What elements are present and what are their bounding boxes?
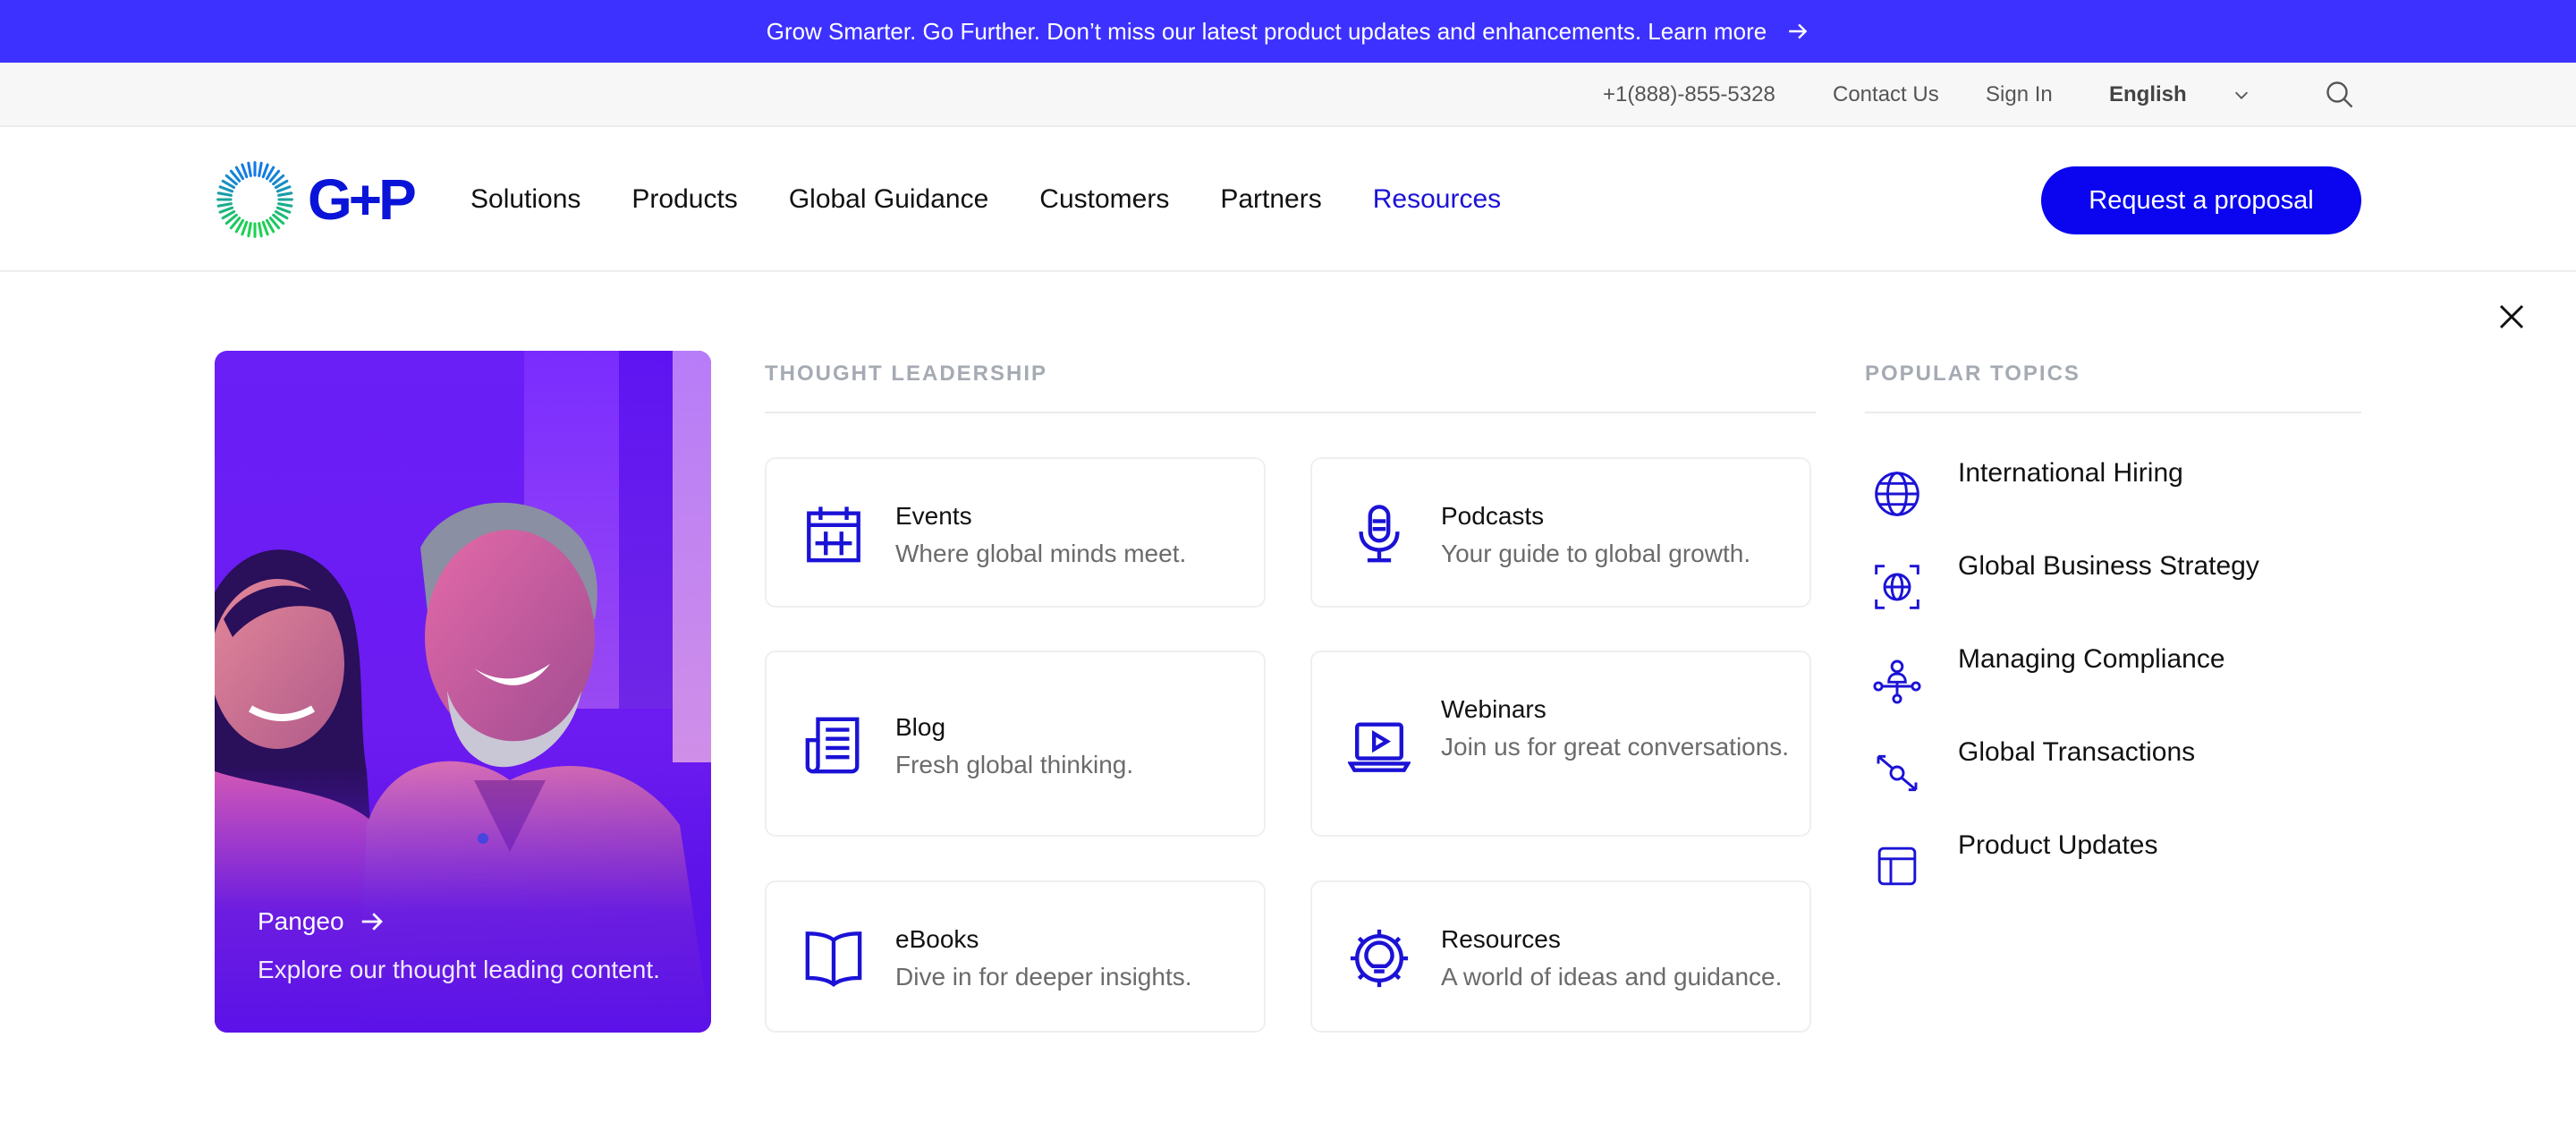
arrow-right-icon [361,913,383,931]
topic-global-business-strategy[interactable]: Global Business Strategy [1865,551,2361,623]
feature-title: Pangeo [258,907,386,936]
card-resources[interactable]: Resources A world of ideas and guidance. [1310,880,1811,1033]
divider [1865,412,2361,413]
card-title: Blog [895,713,946,741]
lightbulb-gear-icon [1348,927,1411,990]
feature-fade [215,764,711,1033]
target-globe-icon [1872,562,1922,612]
nav-item-global-guidance[interactable]: Global Guidance [789,184,988,215]
topic-global-transactions[interactable]: Global Transactions [1865,737,2361,809]
thought-leadership-heading: THOUGHT LEADERSHIP [765,361,1048,386]
logo-burst-icon [216,161,293,238]
topic-product-updates[interactable]: Product Updates [1865,830,2361,902]
card-title: eBooks [895,925,979,953]
arrow-right-icon [1789,23,1808,39]
search-icon [2326,81,2353,108]
feature-description: Explore our thought leading content. [258,956,660,983]
popular-topics-heading: POPULAR TOPICS [1865,361,2080,386]
card-title: Podcasts [1441,502,1545,530]
nav-items: Solutions Products Global Guidance Custo… [470,127,1552,272]
topic-managing-compliance[interactable]: Managing Compliance [1865,644,2361,716]
network-people-icon [1872,655,1922,705]
chevron-down-icon [2234,91,2248,99]
topic-label: Global Business Strategy [1958,551,2259,581]
logo-text: G+P [308,167,417,232]
card-description: Fresh global thinking. [895,751,1134,778]
laptop-play-icon [1347,714,1411,777]
microphone-icon [1348,503,1411,566]
card-title: Events [895,502,972,530]
open-book-icon [802,927,865,990]
card-blog[interactable]: Blog Fresh global thinking. [765,651,1266,837]
card-description: Where global minds meet. [895,540,1187,567]
nav-item-resources[interactable]: Resources [1373,184,1501,215]
topic-label: Managing Compliance [1958,644,2225,674]
utility-bar: +1(888)-855-5328 Contact Us Sign In Engl… [0,63,2576,127]
globe-icon [1872,469,1922,519]
nav-item-partners[interactable]: Partners [1220,184,1321,215]
card-title: Webinars [1441,695,1546,723]
nav-item-products[interactable]: Products [631,184,737,215]
feature-title-text: Pangeo [258,907,344,935]
card-podcasts[interactable]: Podcasts Your guide to global growth. [1310,457,1811,608]
card-ebooks[interactable]: eBooks Dive in for deeper insights. [765,880,1266,1033]
card-description: Dive in for deeper insights. [895,963,1192,991]
search-button[interactable] [2324,63,2356,127]
divider [765,412,1816,413]
card-webinars[interactable]: Webinars Join us for great conversations… [1310,651,1811,837]
announcement-bar: Grow Smarter. Go Further. Don’t miss our… [0,0,2576,63]
calendar-icon [802,503,865,566]
feature-card[interactable]: Pangeo Explore our thought leading conte… [215,351,711,1033]
card-description: Your guide to global growth. [1441,540,1751,567]
topic-label: International Hiring [1958,458,2183,488]
card-description: A world of ideas and guidance. [1441,963,1783,991]
language-selector[interactable]: English [2109,63,2251,127]
card-title: Resources [1441,925,1561,953]
topic-label: Global Transactions [1958,737,2196,767]
main-navigation: G+P Solutions Products Global Guidance C… [0,127,2576,272]
close-icon[interactable] [2496,301,2528,333]
sign-in-link[interactable]: Sign In [1986,63,2053,127]
announcement-text: Grow Smarter. Go Further. Don’t miss our… [766,17,1767,45]
topic-label: Product Updates [1958,830,2158,860]
nav-item-customers[interactable]: Customers [1039,184,1169,215]
contact-us-link[interactable]: Contact Us [1833,63,1939,127]
card-events[interactable]: Events Where global minds meet. [765,457,1266,608]
topic-international-hiring[interactable]: International Hiring [1865,458,2361,530]
exchange-arrows-icon [1872,748,1922,798]
announcement-link[interactable]: Grow Smarter. Go Further. Don’t miss our… [767,18,1810,46]
phone-link[interactable]: +1(888)-855-5328 [1603,63,1775,127]
language-label: English [2109,82,2187,106]
card-description: Join us for great conversations. [1441,733,1790,761]
layout-panel-icon [1872,841,1922,891]
logo[interactable]: G+P [215,159,417,240]
newspaper-icon [802,714,865,777]
nav-item-solutions[interactable]: Solutions [470,184,580,215]
request-proposal-button[interactable]: Request a proposal [2041,166,2361,234]
